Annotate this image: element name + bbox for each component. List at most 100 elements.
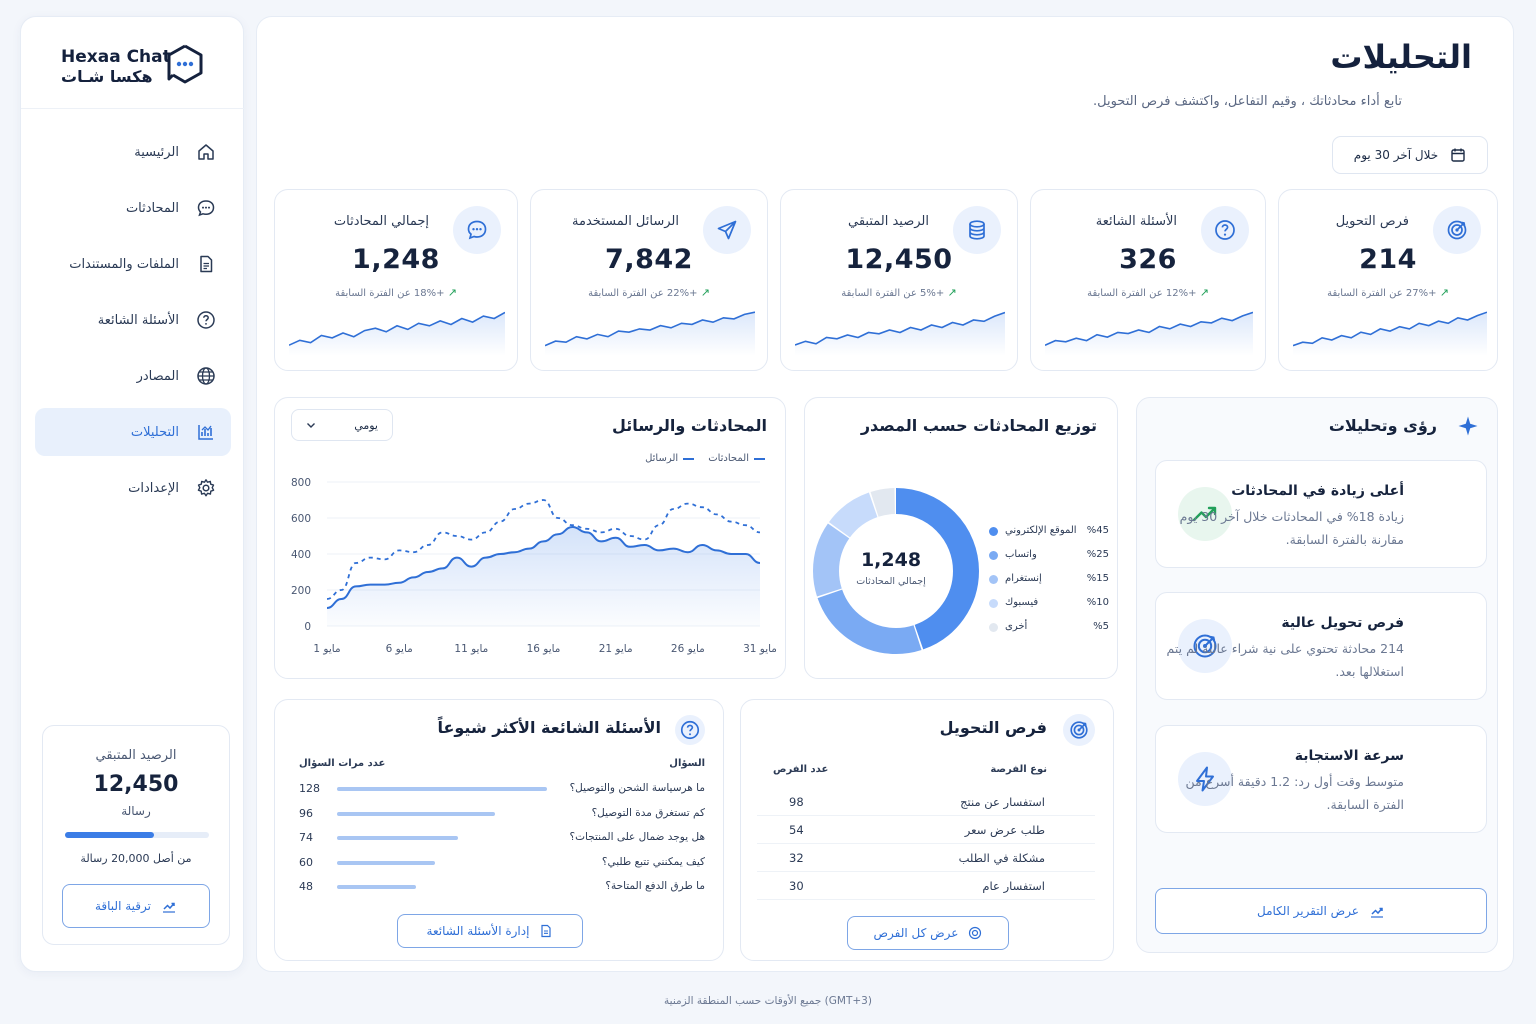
kpi-change-value: +22% [666,288,698,299]
hexagon-chat-icon [165,43,205,85]
file-icon [195,253,217,275]
upgrade-plan-button[interactable]: ترقية الباقة [62,884,210,928]
kpi-sparkline [795,311,1005,356]
donut-legend-item: أخرى %5 [985,620,1109,636]
conversion-count: 98 [789,795,804,809]
conversion-title: فرص التحويل [939,718,1047,737]
page-title: التحليلات [1330,38,1472,76]
kpi-value: 7,842 [605,244,693,275]
x-tick-label: 21 مايو [599,643,633,655]
sparkle-icon [1457,415,1479,437]
target-small-icon [968,926,982,940]
x-tick-label: 16 مايو [527,643,561,655]
date-filter-button[interactable]: خلال آخر 30 يوم [1332,136,1488,174]
y-tick-label: 200 [291,585,311,597]
faq-bar [337,811,495,816]
insights-title: رؤى وتحليلات [1328,416,1437,435]
faq-col-question: السؤال [669,758,705,769]
faq-question: ما هرسياسة الشحن والتوصيل؟ [569,782,705,794]
legend-swatch [754,457,765,460]
faq-count: 48 [299,880,313,893]
arrow-up-icon: ↗ [447,286,457,299]
document-icon [539,924,553,938]
legend-percent: %15 [1086,573,1109,584]
globe-icon [195,365,217,387]
sidebar-item-label: المحادثات [125,200,179,216]
line-chart-legend: المحادثات الرسائل [645,453,765,464]
period-select[interactable]: يومي [291,409,393,441]
sidebar-item-conversations[interactable]: المحادثات [35,184,231,232]
faq-bar [337,787,547,791]
insight-desc: 214 محادثة تحتوي على نية شراء عالية لم ي… [1166,641,1404,679]
kpi-card-conversion: فرص التحويل 214 ↗ +27% عن الفترة السابقة [1278,189,1498,371]
view-all-opportunities-button[interactable]: عرض كل الفرص [847,916,1009,950]
sidebar-item-label: الرئيسية [134,144,179,160]
balance-title: الرصيد المتبقي [95,748,177,763]
top-faq-card: الأسئلة الشائعة الأكثر شيوعاً السؤال عدد… [274,699,724,961]
brand-logo[interactable]: Hexaa Chat هكسا شـات [21,17,245,109]
sparkline-area [545,312,755,356]
conversion-type: مشكلة في الطلب [958,851,1045,865]
sidebar: Hexaa Chat هكسا شـات الرئيسية المحادثات … [20,16,245,972]
kpi-title: فرص التحويل [1335,214,1409,229]
arrow-up-icon: ↗ [700,286,710,299]
kpi-card-remaining-balance: الرصيد المتبقي 12,450 ↗ +5% عن الفترة ال… [780,189,1018,371]
legend-label: أخرى [1005,621,1028,632]
sparkline-area [795,312,1005,356]
x-tick-label: 1 مايو [313,643,340,655]
sidebar-item-home[interactable]: الرئيسية [35,128,231,176]
conversion-type: استفسار عام [982,879,1045,893]
trend-up-icon [161,898,177,914]
sidebar-item-analytics[interactable]: التحليلات [35,408,231,456]
legend-dot [989,527,998,536]
faq-question: هل يوجد ضمال على المنتجات؟ [569,831,705,843]
y-tick-label: 600 [291,513,311,525]
sidebar-item-faq[interactable]: الأسئلة الشائعة [35,296,231,344]
balance-unit: رسالة [121,804,151,818]
kpi-change-value: +18% [413,288,445,299]
faq-bar [337,885,416,889]
gear-icon [195,477,217,499]
date-filter-label: خلال آخر 30 يوم [1353,148,1439,162]
brand-name-ar: هكسا شـات [61,67,153,86]
legend-dot [989,623,998,632]
manage-faq-button[interactable]: إدارة الأسئلة الشائعة [397,914,583,948]
sparkline-area [289,312,505,356]
donut-legend-item: إنستغرام %15 [985,572,1109,588]
sidebar-item-settings[interactable]: الإعدادات [35,464,231,512]
insight-desc: متوسط وقت أول رد: 1.2 دقيقة أسرع من الفت… [1185,774,1404,812]
question-icon [195,309,217,331]
arrow-up-icon: ↗ [947,286,957,299]
legend-label: الرسائل [645,453,679,464]
conversations-messages-card: المحادثات والرسائل يومي المحادثات الرسائ… [274,397,786,679]
full-report-button[interactable]: عرض التقرير الكامل [1155,888,1487,934]
kpi-sparkline [545,311,755,356]
faq-question: كم تستغرق مدة التوصيل؟ [591,806,705,819]
sidebar-item-files[interactable]: الملفات والمستندات [35,240,231,288]
faq-count: 60 [299,855,313,869]
kpi-change: ↗ +22% عن الفترة السابقة [531,286,767,299]
kpi-value: 214 [1359,244,1417,275]
balance-progress-fill [65,832,155,838]
trend-up-icon [1369,903,1385,919]
manage-faq-label: إدارة الأسئلة الشائعة [426,924,530,938]
legend-percent: %25 [1086,549,1109,560]
conversion-col-type: نوع الفرصة [990,764,1047,775]
donut-legend-item: فيسبوك %10 [985,596,1109,612]
sidebar-item-label: التحليلات [130,424,179,440]
kpi-change-suffix: عن الفترة السابقة [588,288,664,299]
kpi-change: ↗ +12% عن الفترة السابقة [1031,286,1265,299]
x-tick-label: 6 مايو [386,643,413,655]
faq-col-count: عدد مرات السؤال [299,758,386,769]
sidebar-item-sources[interactable]: المصادر [35,352,231,400]
faq-count: 96 [299,806,313,820]
kpi-change: ↗ +27% عن الفترة السابقة [1279,286,1497,299]
legend-percent: %5 [1093,621,1109,632]
kpi-value: 1,248 [352,244,440,275]
legend-percent: %10 [1086,597,1109,608]
source-distribution-card: توزيع المحادثات حسب المصدر 1,248 إجمالي … [804,397,1118,679]
kpi-change-value: +5% [920,288,945,299]
line-chart-plot: 0 200 400 600 800 1 مايو 6 مايو 11 مايو 16 مايو 2… [291,477,777,655]
conversion-row: استفسار عام 30 [757,872,1095,900]
conversion-opportunities-card: فرص التحويل نوع الفرصة عدد الفرص استفسار… [740,699,1114,961]
